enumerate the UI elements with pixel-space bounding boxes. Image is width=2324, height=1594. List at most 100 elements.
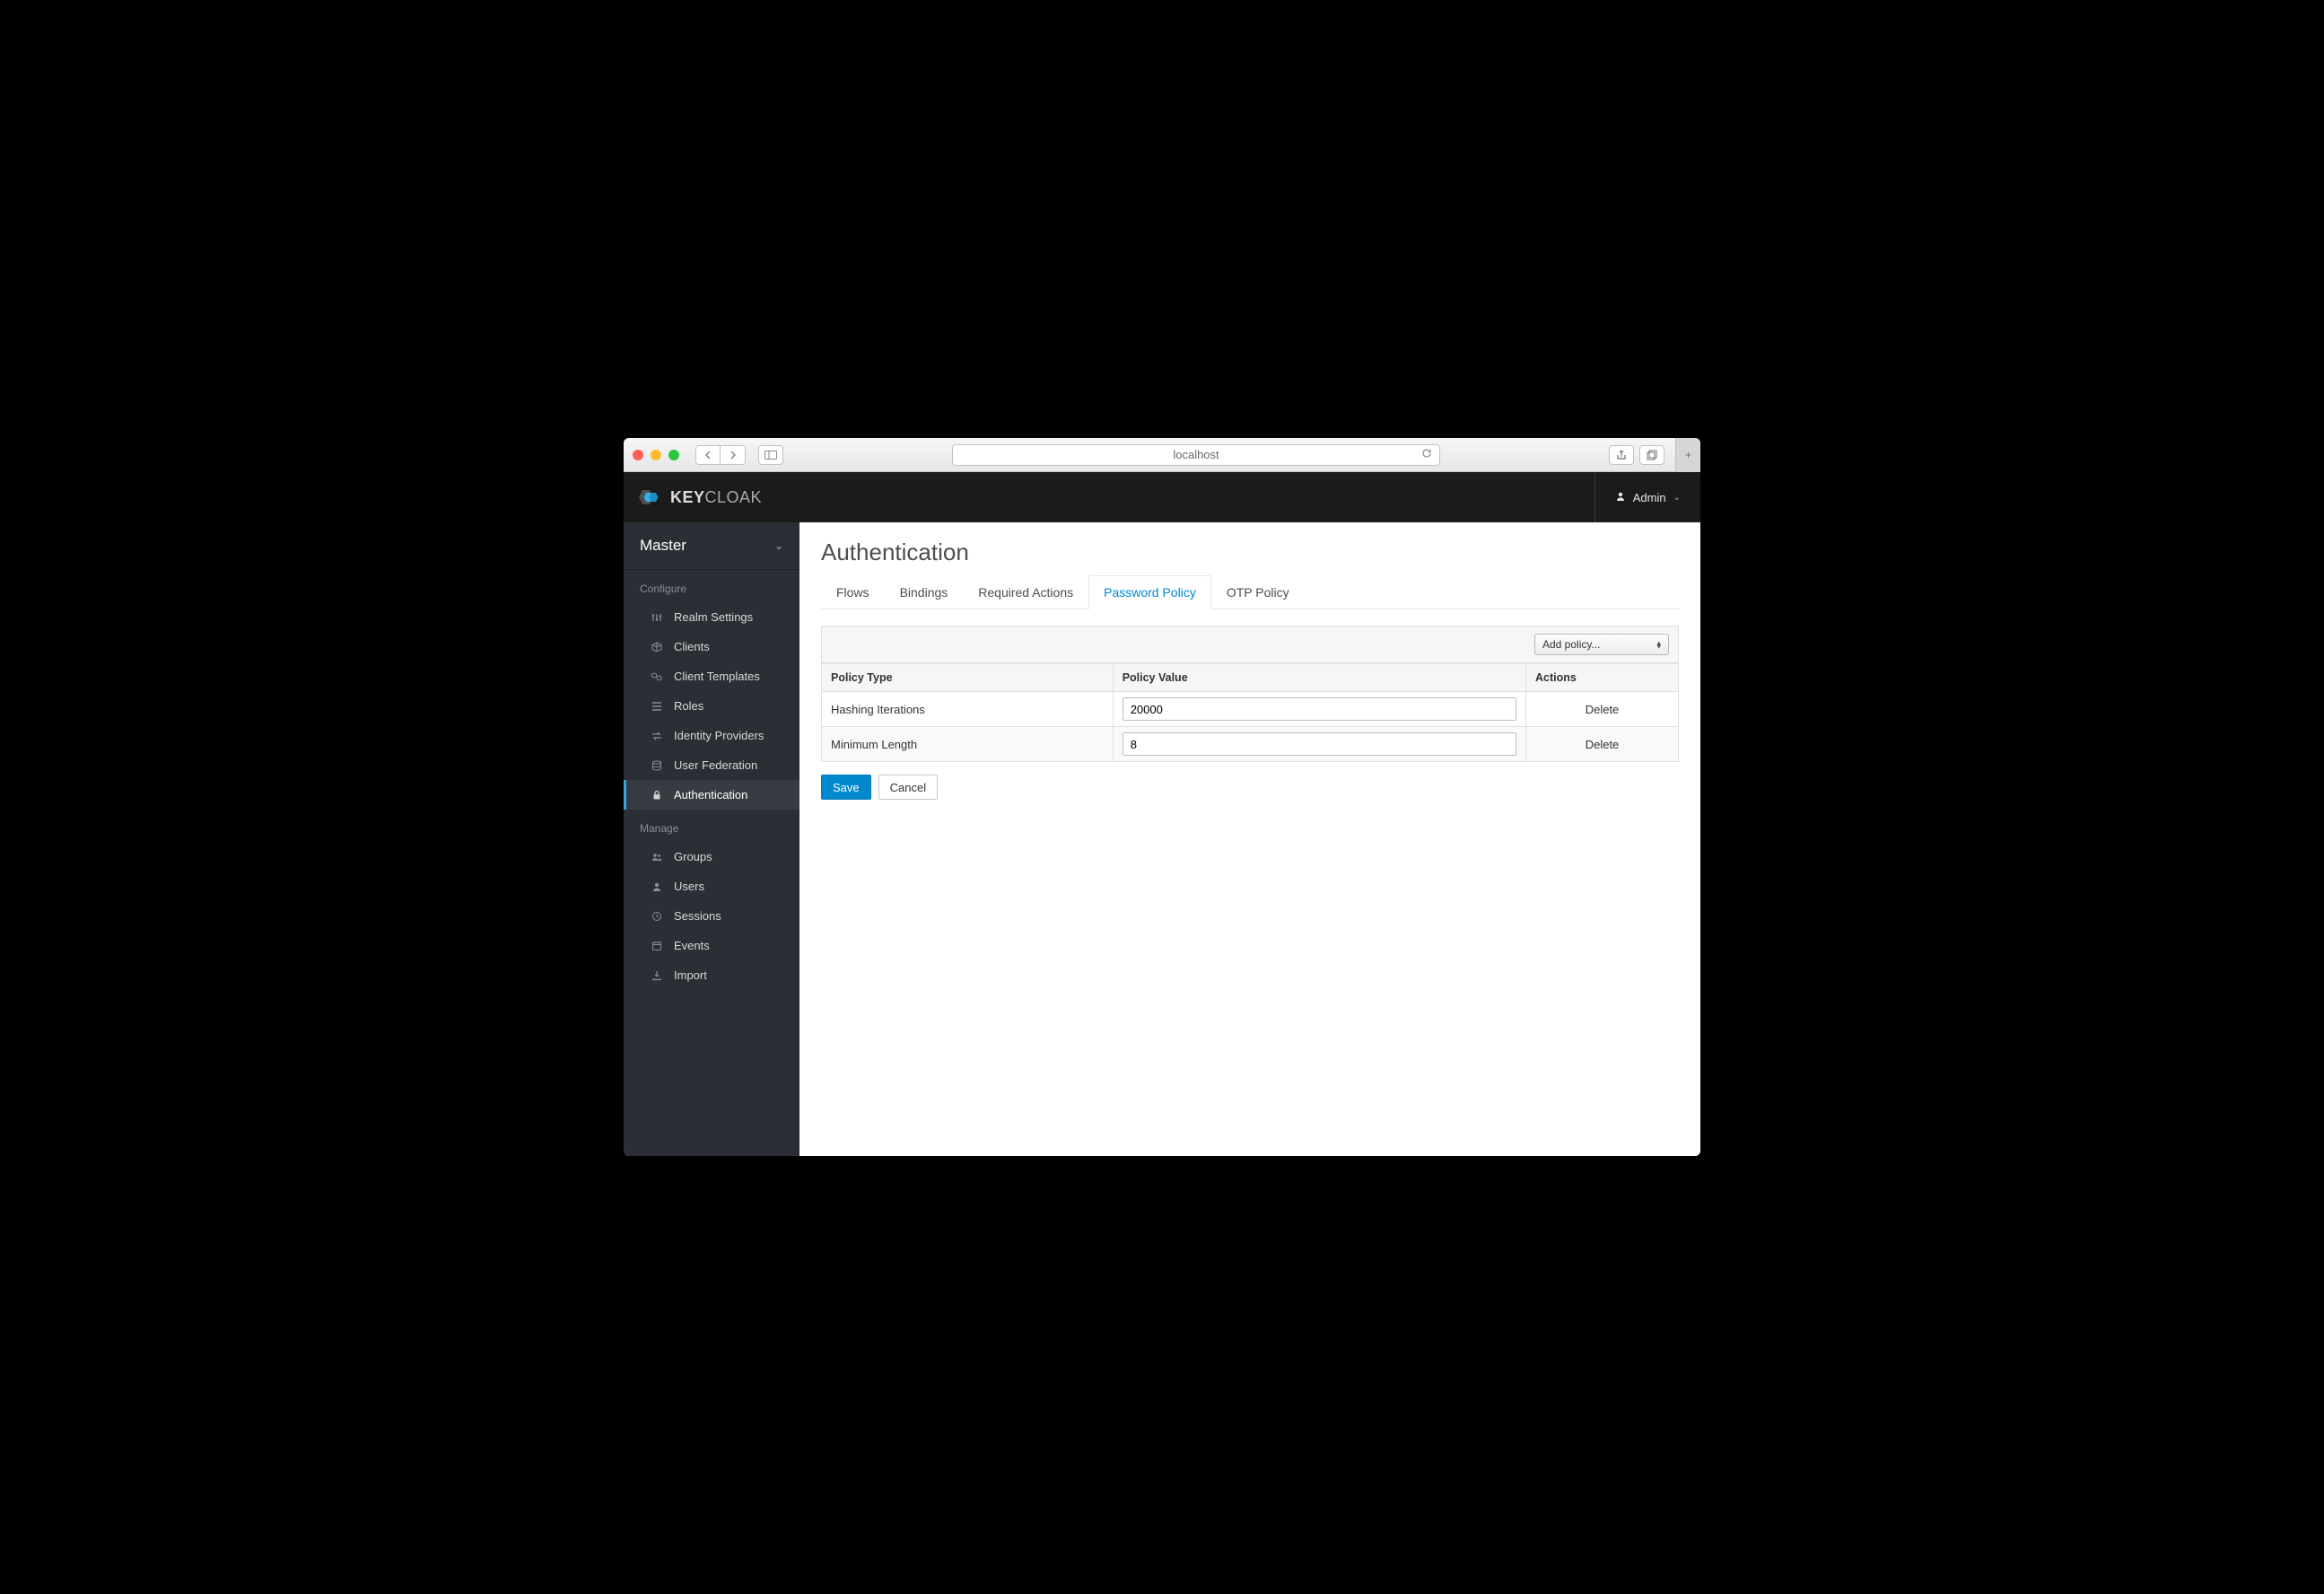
cube-icon bbox=[651, 642, 663, 652]
tabs-button[interactable] bbox=[1639, 445, 1664, 465]
nav-buttons bbox=[695, 445, 746, 465]
tab-bindings[interactable]: Bindings bbox=[885, 575, 964, 609]
table-row: Hashing Iterations Delete bbox=[822, 692, 1679, 727]
new-tab-button[interactable]: + bbox=[1675, 438, 1700, 472]
database-icon bbox=[651, 760, 663, 771]
sidebar-item-label: Identity Providers bbox=[674, 729, 764, 742]
brand-part-1: KEY bbox=[670, 488, 705, 506]
close-window-button[interactable] bbox=[633, 450, 643, 460]
add-policy-select[interactable]: Add policy... ▴▾ bbox=[1534, 634, 1669, 655]
section-manage-label: Manage bbox=[624, 810, 799, 842]
select-arrows-icon: ▴▾ bbox=[1656, 641, 1661, 649]
sidebar-item-user-federation[interactable]: User Federation bbox=[624, 750, 799, 780]
tab-password-policy[interactable]: Password Policy bbox=[1088, 575, 1211, 609]
toolbar-right bbox=[1609, 445, 1664, 465]
sidebar-item-label: Import bbox=[674, 968, 707, 982]
sidebar-item-label: Client Templates bbox=[674, 670, 760, 683]
user-icon bbox=[651, 881, 663, 892]
sliders-icon bbox=[651, 612, 663, 623]
policy-value-cell bbox=[1113, 692, 1525, 727]
sidebar-item-client-templates[interactable]: Client Templates bbox=[624, 661, 799, 691]
policy-actions-cell: Delete bbox=[1526, 727, 1679, 762]
user-icon bbox=[1615, 491, 1626, 504]
exchange-icon bbox=[651, 731, 663, 741]
chevron-down-icon: ⌄ bbox=[1673, 493, 1681, 503]
sidebar-item-label: Clients bbox=[674, 640, 710, 653]
realm-name: Master bbox=[640, 537, 686, 555]
col-policy-type: Policy Type bbox=[822, 664, 1114, 692]
browser-titlebar: localhost + bbox=[624, 438, 1700, 472]
sidebar-item-realm-settings[interactable]: Realm Settings bbox=[624, 602, 799, 632]
sidebar-item-sessions[interactable]: Sessions bbox=[624, 901, 799, 931]
sidebar-item-label: Roles bbox=[674, 699, 703, 713]
col-actions: Actions bbox=[1526, 664, 1679, 692]
url-text: localhost bbox=[1173, 448, 1219, 461]
policy-value-input[interactable] bbox=[1123, 732, 1516, 756]
add-policy-label: Add policy... bbox=[1542, 638, 1600, 651]
cubes-icon bbox=[651, 671, 663, 682]
panel-icon bbox=[764, 451, 777, 460]
url-bar[interactable]: localhost bbox=[952, 444, 1440, 466]
sidebar-item-import[interactable]: Import bbox=[624, 960, 799, 990]
delete-button[interactable]: Delete bbox=[1586, 703, 1620, 716]
list-icon bbox=[651, 701, 663, 712]
logo-icon bbox=[638, 486, 665, 508]
share-button[interactable] bbox=[1609, 445, 1634, 465]
app-body: Master ⌄ Configure Realm Settings Client… bbox=[624, 522, 1700, 1156]
calendar-icon bbox=[651, 941, 663, 951]
sidebar-item-label: Users bbox=[674, 880, 704, 893]
sidebar-item-label: Events bbox=[674, 939, 710, 952]
tab-flows[interactable]: Flows bbox=[821, 575, 885, 609]
sidebar-item-events[interactable]: Events bbox=[624, 931, 799, 960]
sidebar-item-roles[interactable]: Roles bbox=[624, 691, 799, 721]
maximize-window-button[interactable] bbox=[668, 450, 679, 460]
tabs: Flows Bindings Required Actions Password… bbox=[821, 575, 1679, 609]
sidebar-item-label: Sessions bbox=[674, 909, 721, 923]
app-topbar: KEYCLOAK Admin ⌄ bbox=[624, 472, 1700, 522]
user-menu[interactable]: Admin ⌄ bbox=[1594, 472, 1681, 522]
minimize-window-button[interactable] bbox=[651, 450, 661, 460]
policy-type-cell: Minimum Length bbox=[822, 727, 1114, 762]
brand-part-2: CLOAK bbox=[705, 488, 763, 506]
policy-type-cell: Hashing Iterations bbox=[822, 692, 1114, 727]
cancel-button[interactable]: Cancel bbox=[878, 775, 938, 800]
user-name: Admin bbox=[1633, 491, 1666, 504]
sidebar-item-authentication[interactable]: Authentication bbox=[624, 780, 799, 810]
save-button[interactable]: Save bbox=[821, 775, 871, 800]
realm-selector[interactable]: Master ⌄ bbox=[624, 522, 799, 570]
main-content: Authentication Flows Bindings Required A… bbox=[799, 522, 1700, 1156]
sidebar-item-label: Realm Settings bbox=[674, 610, 753, 624]
logo-text: KEYCLOAK bbox=[670, 488, 762, 507]
chevron-right-icon bbox=[730, 451, 737, 460]
col-policy-value: Policy Value bbox=[1113, 664, 1525, 692]
tab-required-actions[interactable]: Required Actions bbox=[963, 575, 1088, 609]
sidebar-item-clients[interactable]: Clients bbox=[624, 632, 799, 661]
tab-otp-policy[interactable]: OTP Policy bbox=[1211, 575, 1305, 609]
form-buttons: Save Cancel bbox=[821, 775, 1679, 800]
sidebar-toggle-button[interactable] bbox=[758, 445, 783, 465]
sidebar-item-groups[interactable]: Groups bbox=[624, 842, 799, 871]
page-title: Authentication bbox=[821, 539, 1679, 566]
traffic-lights bbox=[633, 450, 679, 460]
chevron-left-icon bbox=[704, 451, 712, 460]
delete-button[interactable]: Delete bbox=[1586, 738, 1620, 751]
policy-table: Policy Type Policy Value Actions Hashing… bbox=[821, 663, 1679, 762]
forward-button[interactable] bbox=[721, 445, 746, 465]
tabs-icon bbox=[1647, 450, 1657, 460]
policy-value-cell bbox=[1113, 727, 1525, 762]
reload-icon[interactable] bbox=[1421, 448, 1432, 461]
import-icon bbox=[651, 970, 663, 981]
section-configure-label: Configure bbox=[624, 570, 799, 602]
share-icon bbox=[1616, 450, 1627, 460]
sidebar: Master ⌄ Configure Realm Settings Client… bbox=[624, 522, 799, 1156]
clock-icon bbox=[651, 911, 663, 922]
sidebar-item-identity-providers[interactable]: Identity Providers bbox=[624, 721, 799, 750]
lock-icon bbox=[651, 790, 663, 801]
sidebar-item-label: Authentication bbox=[674, 788, 747, 801]
policy-value-input[interactable] bbox=[1123, 697, 1516, 721]
group-icon bbox=[651, 852, 663, 863]
sidebar-item-label: User Federation bbox=[674, 758, 757, 772]
sidebar-item-users[interactable]: Users bbox=[624, 871, 799, 901]
back-button[interactable] bbox=[695, 445, 721, 465]
logo: KEYCLOAK bbox=[638, 486, 762, 508]
